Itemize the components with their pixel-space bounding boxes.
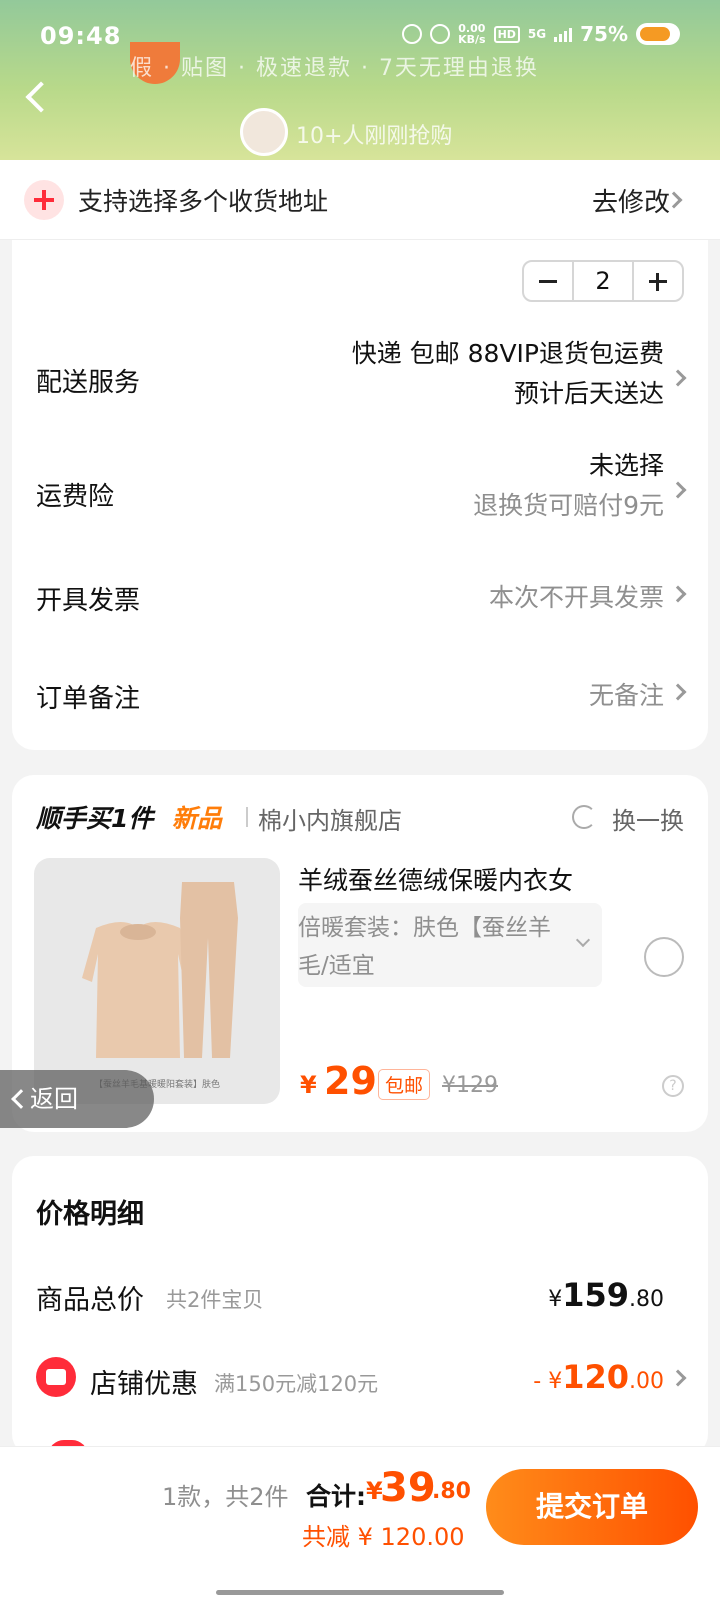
- quantity-stepper[interactable]: 2: [522, 260, 684, 302]
- mute-icon: [430, 24, 451, 44]
- signal-bars-icon: [554, 26, 573, 42]
- addon-new-badge: 新品: [172, 804, 223, 833]
- refresh-icon: [572, 805, 596, 829]
- variant-selector[interactable]: 倍暖套装：肤色【蚕丝羊毛/适宜: [298, 903, 602, 987]
- total-dec: .80: [432, 1479, 471, 1504]
- delivery-eta: 预计后天送达: [513, 379, 664, 408]
- invoice-value[interactable]: 本次不开具发票: [489, 578, 664, 614]
- help-icon[interactable]: ?: [662, 1075, 684, 1097]
- back-arrow-icon[interactable]: [24, 78, 52, 114]
- minus-button[interactable]: [524, 262, 572, 300]
- header-banner: 假 · 贴图 · 极速退款 · 7天无理由退换 10+人刚刚抢购 09:48 0…: [0, 0, 720, 160]
- alarm-icon: [402, 24, 423, 44]
- subtotal-currency: ¥: [548, 1287, 563, 1312]
- addon-shop-name[interactable]: 棉小内旗舰店: [258, 801, 402, 836]
- submit-order-button[interactable]: 提交订单: [486, 1469, 698, 1545]
- address-tip-bar[interactable]: 支持选择多个收货地址 去修改: [0, 160, 720, 240]
- product-image[interactable]: 【蚕丝羊毛基暖暖阳套装】肤色: [34, 858, 280, 1104]
- chevron-right-icon: [669, 585, 687, 603]
- hd-icon: HD: [493, 25, 520, 43]
- remark-label: 订单备注: [36, 684, 141, 714]
- shop-discount-label: 店铺优惠: [90, 1369, 198, 1400]
- subtotal-int: 159: [562, 1276, 629, 1314]
- delivery-value: 快递 包邮 88VIP退货包运费: [351, 339, 664, 368]
- shop-discount-hint: 满150元减120元: [214, 1372, 379, 1396]
- address-tip-text: 支持选择多个收货地址: [78, 187, 329, 216]
- total-label: 合计:: [306, 1482, 366, 1511]
- freight-insurance-row-value[interactable]: 未选择 退换货可赔付9元: [473, 446, 664, 526]
- price-detail-title: 价格明细: [36, 1199, 144, 1230]
- address-edit-link[interactable]: 去修改: [592, 182, 670, 219]
- signal-type: 5G: [527, 27, 547, 41]
- shop-discount-amount[interactable]: - ¥120.00: [533, 1358, 664, 1396]
- addon-price: 29: [324, 1059, 377, 1103]
- chevron-down-icon: [575, 932, 591, 948]
- item-count: 1款，共2件: [162, 1483, 289, 1511]
- addon-title: 顺手买1件: [36, 804, 154, 833]
- discount-int: 120: [562, 1358, 629, 1396]
- home-indicator[interactable]: [216, 1590, 504, 1595]
- invoice-label: 开具发票: [36, 586, 141, 616]
- delivery-row-value[interactable]: 快递 包邮 88VIP退货包运费 预计后天送达: [352, 334, 664, 414]
- total-int: 39: [380, 1465, 436, 1511]
- chevron-right-icon: [669, 481, 687, 499]
- freight-insurance-label: 运费险: [36, 482, 115, 512]
- price-detail-card: 价格明细 商品总价 共2件宝贝 ¥159.80 店铺优惠 满150元减120元 …: [12, 1156, 708, 1456]
- shop-discount-icon: [36, 1357, 76, 1397]
- discount-dec: .00: [629, 1369, 664, 1394]
- addon-select-radio[interactable]: [644, 937, 684, 977]
- status-bar: 09:48 0.00 KB/s HD 5G 75%: [0, 18, 720, 58]
- delivery-label: 配送服务: [36, 368, 141, 398]
- original-price: ¥129: [442, 1073, 498, 1098]
- net-speed-unit: KB/s: [458, 33, 486, 46]
- variant-value: 倍暖套装：肤色【蚕丝羊毛/适宜: [298, 915, 551, 979]
- battery-icon: [636, 23, 680, 45]
- chevron-right-icon: [669, 369, 687, 387]
- status-time: 09:48: [40, 22, 122, 50]
- swap-button[interactable]: 换一换: [612, 801, 684, 836]
- subtotal-dec: .80: [629, 1287, 664, 1312]
- floating-back-button[interactable]: 返回: [0, 1070, 154, 1128]
- chevron-right-icon: [669, 683, 687, 701]
- remark-value[interactable]: 无备注: [589, 676, 664, 712]
- status-icons: 0.00 KB/s HD 5G 75%: [402, 22, 680, 46]
- banner-buyers-text: 10+人刚刚抢购: [296, 124, 453, 149]
- network-speed: 0.00 KB/s: [458, 23, 485, 45]
- battery-percent: 75%: [580, 22, 628, 46]
- subtotal-label: 商品总价: [36, 1285, 144, 1316]
- avatar: [240, 108, 288, 156]
- order-options-card: 2 配送服务 快递 包邮 88VIP退货包运费 预计后天送达 运费险 未选择 退…: [12, 240, 708, 750]
- divider: [246, 807, 248, 827]
- addon-product-name[interactable]: 羊绒蚕丝德绒保暖内衣女: [298, 861, 573, 897]
- plus-icon: [24, 180, 64, 220]
- checkout-bar: 1款，共2件 合计: ¥ 39 .80 共减 ¥ 120.00 提交订单: [0, 1446, 720, 1600]
- subtotal-amount: ¥159.80: [548, 1276, 664, 1314]
- quantity-value[interactable]: 2: [572, 262, 634, 300]
- subtotal-hint: 共2件宝贝: [166, 1288, 264, 1312]
- chevron-right-icon: [669, 1369, 687, 1387]
- plus-button[interactable]: [634, 262, 682, 300]
- price-currency: ¥: [300, 1071, 317, 1099]
- freight-insurance-value: 未选择: [588, 451, 664, 480]
- freight-insurance-sub: 退换货可赔付9元: [473, 491, 664, 520]
- free-shipping-tag: 包邮: [378, 1069, 431, 1100]
- thermal-underwear-icon: [82, 882, 238, 1058]
- discount-prefix: - ¥: [533, 1369, 563, 1394]
- saved-amount[interactable]: 共减 ¥ 120.00: [302, 1517, 465, 1552]
